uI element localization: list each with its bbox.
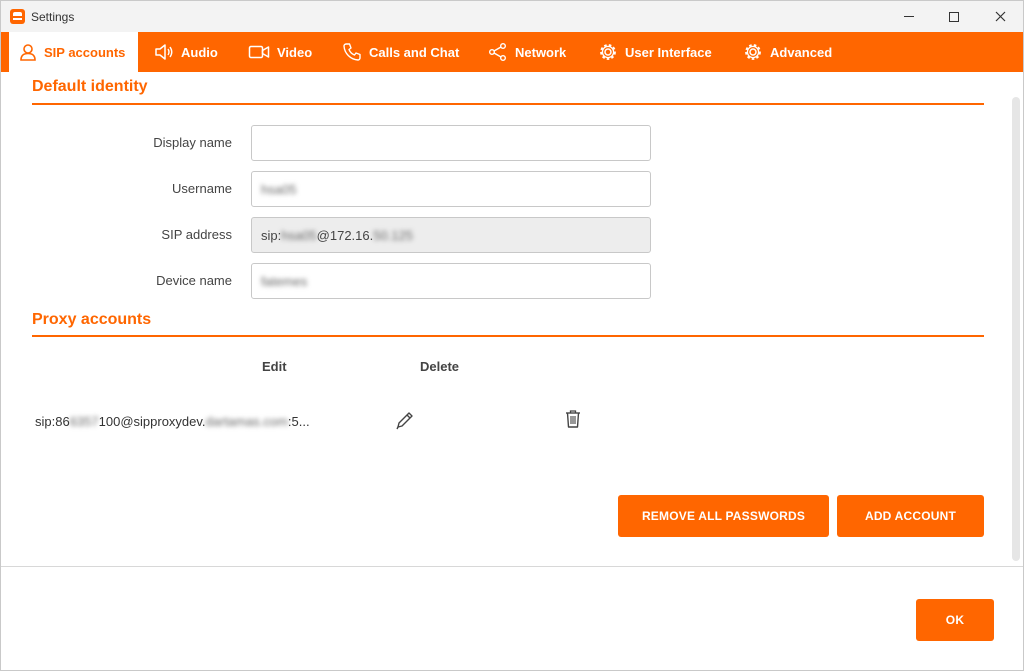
pencil-icon [396,412,413,430]
username-field[interactable]: hsa05 [251,171,651,207]
trash-icon [566,410,580,428]
edit-account-button[interactable] [394,409,418,433]
tab-video[interactable]: Video [238,32,322,72]
tab-calls-and-chat[interactable]: Calls and Chat [332,32,469,72]
ok-button[interactable]: OK [916,599,994,641]
sip-accounts-panel: Default identity Display name Username h… [1,72,1023,566]
proxy-account-address: sip:866357100@sipproxydev.dartamas.com:5… [35,414,310,429]
username-value: hsa05 [261,181,297,197]
tab-audio[interactable]: Audio [144,32,228,72]
tab-label: Video [277,44,313,60]
sip-address-host: @172.16. [316,227,374,243]
section-divider [32,335,984,337]
tab-advanced[interactable]: Advanced [733,32,842,72]
maximize-icon [949,11,959,22]
window-title: Settings [31,10,75,24]
title-bar: Settings [1,1,1023,32]
speaker-icon [155,44,173,60]
maximize-button[interactable] [931,1,977,32]
username-label: Username [172,181,232,196]
sip-address-host-tail: 50.125 [373,227,413,243]
settings-tab-bar: SIP accounts Audio Video Calls and Chat … [1,32,1023,72]
dialog-footer: OK [1,567,1023,670]
phone-icon [343,43,361,61]
default-identity-heading: Default identity [32,78,148,95]
tab-label: User Interface [625,44,712,60]
device-name-label: Device name [156,273,232,288]
tab-user-interface[interactable]: User Interface [588,32,722,72]
settings-window: Settings SIP accounts Audio Video Calls … [0,0,1024,671]
delete-column-header: Delete [420,359,460,374]
delete-account-button[interactable] [563,408,585,432]
sip-address-user: hsa05 [281,227,317,243]
close-button[interactable] [977,1,1023,32]
tab-sip-accounts[interactable]: SIP accounts [9,32,138,72]
section-divider [32,103,984,105]
tab-label: Network [515,44,567,60]
remove-all-passwords-button[interactable]: REMOVE ALL PASSWORDS [618,495,829,537]
edit-column-header: Edit [262,359,287,374]
device-name-field[interactable]: fatemes [251,263,651,299]
gear-icon [600,44,616,60]
minimize-icon [904,16,914,17]
device-name-value: fatemes [261,273,308,289]
sip-address-prefix: sip: [261,227,282,243]
display-name-label: Display name [153,135,232,150]
app-logo-icon [10,9,25,24]
proxy-accounts-heading: Proxy accounts [32,311,152,328]
tab-label: SIP accounts [44,44,126,60]
add-account-button[interactable]: ADD ACCOUNT [837,495,984,537]
sip-address-label: SIP address [161,227,232,242]
vertical-scrollbar[interactable] [1012,97,1020,561]
minimize-button[interactable] [886,1,932,32]
user-icon [20,44,36,61]
tab-label: Advanced [770,44,833,60]
display-name-field[interactable] [251,125,651,161]
tab-label: Audio [181,44,218,60]
gear-icon [745,44,761,60]
sip-address-field: sip: hsa05 @172.16. 50.125 [251,217,651,253]
video-camera-icon [248,45,270,59]
tab-network[interactable]: Network [478,32,576,72]
close-icon [995,11,1005,22]
share-icon [489,43,506,61]
tab-label: Calls and Chat [369,44,460,60]
